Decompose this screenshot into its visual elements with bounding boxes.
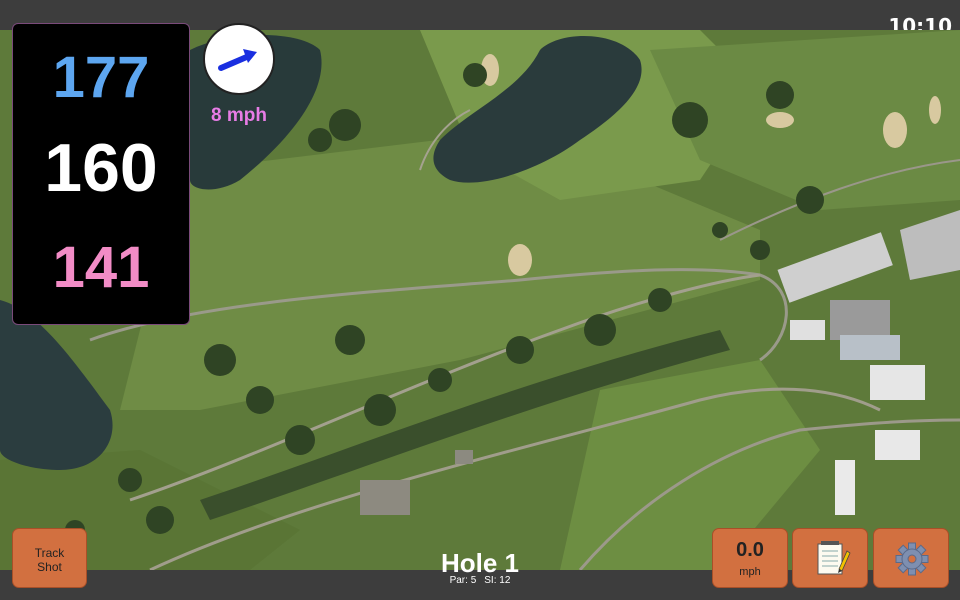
speed-unit: mph bbox=[739, 566, 761, 578]
front-yardage: 141 bbox=[52, 235, 150, 300]
track-shot-button[interactable]: Track Shot bbox=[12, 528, 87, 588]
speed-value: 0.0 bbox=[736, 539, 764, 561]
hole-details: Par: 5 SI: 12 bbox=[380, 575, 580, 586]
notes-button[interactable] bbox=[792, 528, 868, 588]
notepad-icon bbox=[817, 541, 851, 575]
gear-icon bbox=[895, 542, 929, 576]
settings-button[interactable] bbox=[873, 528, 949, 588]
track-shot-label-line2: Shot bbox=[37, 560, 62, 574]
wind-speed-label: 8 mph bbox=[211, 105, 267, 126]
speed-button[interactable]: 0.0 mph bbox=[712, 528, 788, 588]
hole-info: Hole 1 Par: 5 SI: 12 bbox=[380, 549, 580, 586]
middle-yardage: 160 bbox=[44, 130, 158, 206]
back-yardage: 177 bbox=[52, 45, 150, 110]
par-label: Par: 5 bbox=[449, 575, 477, 586]
wind-direction-indicator bbox=[203, 23, 275, 95]
wind-arrow-icon bbox=[218, 49, 257, 71]
yardage-panel: 177 160 141 bbox=[12, 23, 190, 325]
track-shot-label-line1: Track bbox=[34, 546, 65, 560]
stroke-index-label: SI: 12 bbox=[484, 575, 511, 586]
hole-title: Hole 1 bbox=[440, 548, 520, 578]
